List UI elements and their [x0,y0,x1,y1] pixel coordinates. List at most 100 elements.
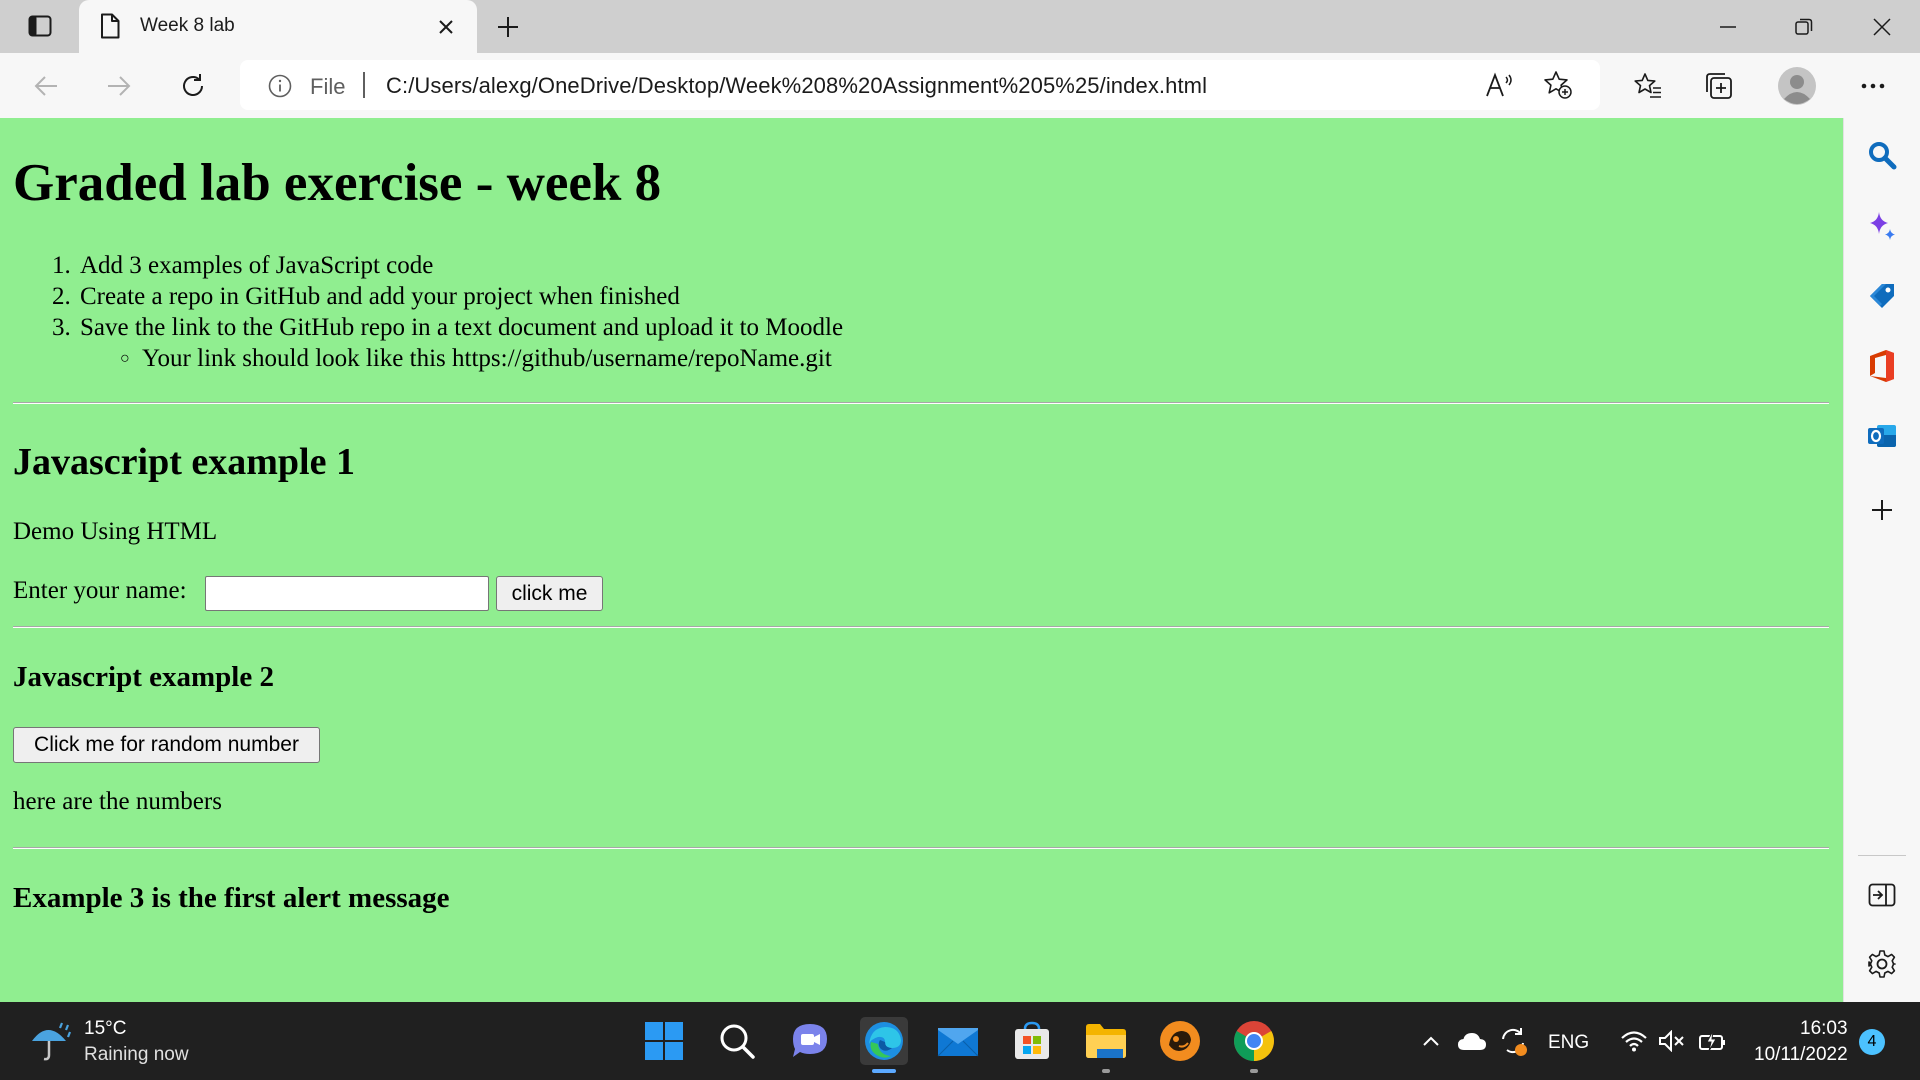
profile-button[interactable] [1775,64,1819,108]
refresh-icon [183,74,203,96]
sub-list-item-text: Your link should look like this https://… [142,345,832,372]
collections-button[interactable] [1697,64,1741,108]
info-icon[interactable] [268,74,292,98]
sidebar-settings-button[interactable] [1862,944,1902,984]
tab-strip: Week 8 lab [0,0,1920,53]
web-page-content: Graded lab exercise - week 8 1. Add 3 exa… [0,118,1843,1002]
file-explorer-taskbar-button[interactable] [1082,1017,1130,1073]
refresh-button[interactable] [171,64,215,108]
list-number: 3. [52,314,71,341]
address-url[interactable]: C:/Users/alexg/OneDrive/Desktop/Week%208… [386,73,1207,99]
browser-tab[interactable]: Week 8 lab [79,0,477,53]
running-app-indicator [1250,1069,1258,1073]
avatar-icon [1778,67,1816,105]
star-add-icon [1544,71,1572,99]
collections-icon [1706,73,1732,99]
chrome-taskbar-button[interactable] [1230,1017,1278,1073]
restore-icon [1795,18,1813,35]
edge-sidebar [1843,118,1920,1002]
store-icon [1015,1021,1049,1059]
onedrive-tray-button[interactable] [1456,1024,1488,1058]
cloud-icon [1458,1033,1486,1050]
sidebar-search-button[interactable] [1862,135,1902,175]
sidebar-add-button[interactable] [1862,490,1902,530]
sidebar-shopping-button[interactable] [1862,276,1902,316]
list-item: 2. Create a repo in GitHub and add your p… [52,281,843,312]
example1-heading: Javascript example 1 [13,441,355,483]
read-aloud-button[interactable] [1484,70,1516,100]
name-label: Enter your name: [13,577,187,604]
minimize-button[interactable] [1690,0,1766,53]
teams-chat-button[interactable] [786,1017,834,1065]
name-input[interactable] [205,576,489,611]
weather-temperature: 15°C [84,1018,127,1039]
address-scheme-label: File [310,74,346,99]
teams-chat-icon [793,1024,827,1057]
sub-list: ○ Your link should look like this https:/… [120,343,843,374]
edge-icon [865,1022,903,1060]
list-item-text: Create a repo in GitHub and add your pro… [80,283,680,310]
sidebar-hide-button[interactable] [1862,875,1902,915]
outlook-icon [1868,425,1896,447]
start-button[interactable] [640,1017,688,1065]
back-button[interactable] [24,64,68,108]
forward-button[interactable] [97,64,141,108]
panel-collapse-icon [1868,883,1896,907]
folder-icon [1086,1024,1126,1058]
volume-tray-button[interactable] [1656,1024,1688,1058]
more-icon [1861,83,1885,89]
gear-icon [1868,950,1896,978]
list-item: 1. Add 3 examples of JavaScript code [52,250,843,281]
settings-more-button[interactable] [1851,64,1895,108]
page-icon [101,13,120,39]
sidebar-office-button[interactable] [1862,346,1902,386]
address-bar[interactable]: File C:/Users/alexg/OneDrive/Desktop/Wee… [240,60,1600,110]
browser-toolbar: File C:/Users/alexg/OneDrive/Desktop/Wee… [0,53,1920,118]
volume-muted-icon [1659,1030,1684,1052]
windows-taskbar: 15°C Raining now ENG 16:03 10/11/2022 4 [0,1002,1920,1080]
example1-subtitle: Demo Using HTML [13,518,218,545]
close-icon [439,20,453,34]
mail-icon [937,1028,979,1057]
show-hidden-icons-button[interactable] [1418,1024,1444,1058]
chrome-icon [1234,1021,1274,1061]
list-item-text: Add 3 examples of JavaScript code [80,252,434,279]
close-window-button[interactable] [1844,0,1920,53]
taskbar-search-button[interactable] [713,1017,761,1065]
running-app-indicator [1102,1069,1110,1073]
tab-close-button[interactable] [431,12,461,42]
battery-tray-button[interactable] [1696,1024,1730,1058]
new-tab-button[interactable] [490,10,526,44]
sidebar-outlook-button[interactable] [1862,416,1902,456]
mail-taskbar-button[interactable] [934,1017,982,1065]
restore-button[interactable] [1766,0,1842,53]
edge-taskbar-button[interactable] [860,1017,908,1073]
circle-bullet-icon: ○ [120,350,130,367]
minimize-icon [1720,25,1736,28]
input-language[interactable]: ENG [1548,1032,1589,1054]
favorites-button[interactable] [1626,64,1670,108]
rain-umbrella-icon [32,1022,72,1061]
random-number-button[interactable]: Click me for random number [13,727,320,763]
shopping-tag-icon [1870,284,1894,308]
plus-icon [1872,500,1892,520]
wifi-tray-button[interactable] [1618,1024,1650,1058]
orange-app-icon [1160,1021,1200,1061]
search-icon [720,1024,755,1059]
click-me-button[interactable]: click me [496,576,603,611]
store-taskbar-button[interactable] [1008,1017,1056,1065]
arrow-left-icon [34,76,57,96]
pet-app-taskbar-button[interactable] [1156,1017,1204,1065]
clock-time[interactable]: 16:03 [1800,1018,1848,1040]
sidebar-copilot-button[interactable] [1862,206,1902,246]
add-favorite-button[interactable] [1542,70,1574,100]
windows-logo-icon [645,1022,683,1060]
close-icon [1873,17,1891,36]
clock-date[interactable]: 10/11/2022 [1754,1044,1848,1066]
sync-tray-button[interactable] [1496,1024,1530,1058]
list-item: 3. Save the link to the GitHub repo in a … [52,312,843,374]
notification-count-badge[interactable]: 4 [1859,1029,1885,1055]
tab-actions-button[interactable] [18,10,62,42]
chevron-up-icon [1423,1036,1439,1046]
address-separator [363,72,365,98]
